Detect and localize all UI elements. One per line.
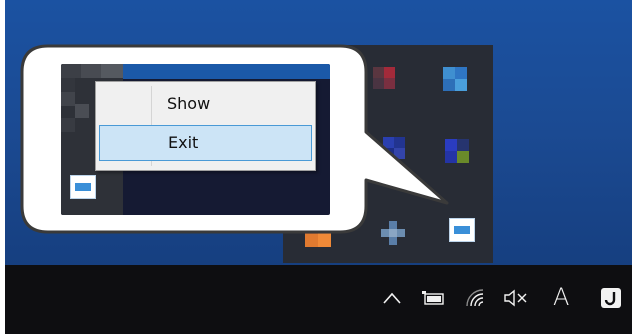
speaker-muted-icon[interactable] — [503, 289, 529, 307]
battery-icon[interactable] — [422, 290, 446, 306]
tray-icon-orange[interactable] — [305, 221, 331, 247]
zoom-wallpaper-strip — [123, 64, 330, 79]
menu-item-show[interactable]: Show — [99, 87, 312, 123]
screenshot-frame: A Show Exit — [0, 0, 637, 334]
wifi-icon[interactable] — [465, 288, 487, 308]
context-menu: Show Exit — [95, 81, 316, 171]
input-indicator[interactable]: A — [553, 283, 569, 311]
app-tray-icon-zoomed[interactable] — [70, 175, 96, 199]
tray-icon-navy[interactable] — [383, 137, 405, 159]
menu-item-exit[interactable]: Exit — [99, 125, 312, 161]
tray-icon-blue[interactable] — [443, 67, 467, 91]
chevron-up-icon[interactable] — [383, 291, 401, 305]
taskbar: A — [5, 265, 632, 334]
app-tray-icon[interactable] — [449, 218, 475, 242]
notification-icon[interactable] — [600, 287, 622, 309]
tray-icon-gray-cross[interactable] — [381, 221, 405, 245]
tray-icon-red[interactable] — [373, 67, 395, 89]
tray-icon-navy-green[interactable] — [445, 139, 469, 163]
